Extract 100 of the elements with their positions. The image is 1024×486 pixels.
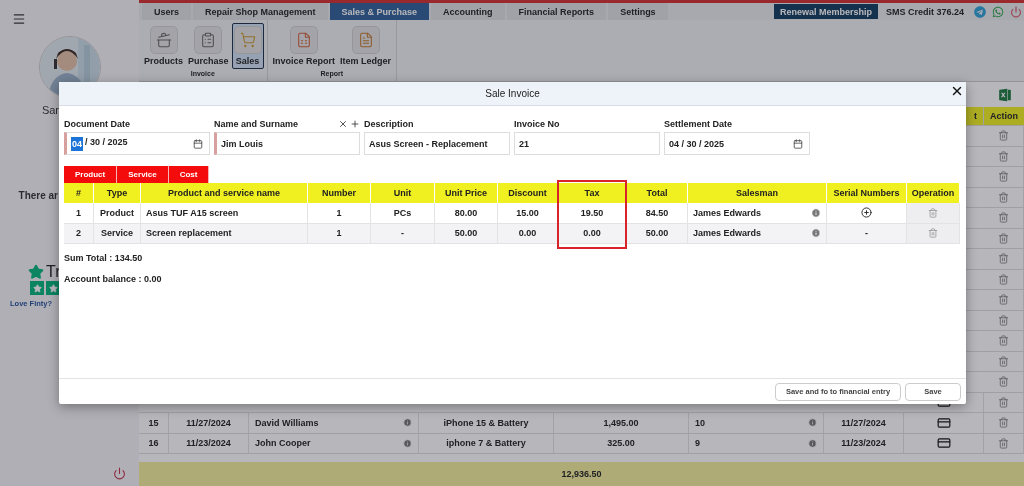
trash-icon[interactable] xyxy=(998,253,1009,265)
column-header: Type xyxy=(94,183,141,203)
table-cell: - xyxy=(865,228,868,239)
table-cell: 0.00 xyxy=(498,223,558,244)
input-field[interactable]: 21 xyxy=(514,132,660,155)
date-field[interactable]: 04 / 30 / 2025 xyxy=(664,132,810,155)
pot-icon xyxy=(155,32,172,48)
table-cell: 84.50 xyxy=(627,203,688,224)
column-header: Operation xyxy=(907,183,960,203)
input-field[interactable]: Jim Louis xyxy=(214,132,360,155)
column-header: Unit xyxy=(371,183,435,203)
item-tab[interactable]: Product xyxy=(64,166,118,183)
trash-icon[interactable] xyxy=(998,294,1009,306)
menu-tab[interactable]: Financial Reports xyxy=(506,3,607,20)
table-cell: 15 xyxy=(139,413,169,433)
ribbon-button[interactable]: Products xyxy=(142,23,185,69)
item-tab[interactable]: Cost xyxy=(168,166,210,183)
trash-icon[interactable] xyxy=(998,150,1009,162)
summary-text: Account balance : 0.00 xyxy=(64,274,163,284)
trash-icon[interactable] xyxy=(998,212,1009,224)
rating-label: Tr xyxy=(46,263,61,281)
ledger-icon xyxy=(357,32,374,48)
column-header: Product and service name xyxy=(141,183,308,203)
close-button[interactable] xyxy=(950,84,964,98)
date-field[interactable]: 04 / 30 / 2025 xyxy=(64,132,210,155)
trash-icon[interactable] xyxy=(998,437,1009,449)
card-icon[interactable] xyxy=(936,415,951,430)
info-icon[interactable] xyxy=(403,418,412,428)
table-cell: 11/27/2024 xyxy=(824,413,904,433)
trash-icon[interactable] xyxy=(998,273,1009,285)
column-header: Action xyxy=(984,107,1024,125)
trash-icon[interactable] xyxy=(998,130,1009,142)
menu-tab[interactable]: Repair Shop Management xyxy=(193,3,328,20)
ribbon-button[interactable]: Purchase xyxy=(186,23,231,69)
field-label: Settlement Date xyxy=(664,118,733,129)
field-label: Document Date xyxy=(64,118,130,129)
power-icon[interactable] xyxy=(113,467,126,480)
table-cell: 325.00 xyxy=(554,433,689,453)
menu-icon[interactable] xyxy=(12,12,26,26)
table-cell: 9 xyxy=(695,438,700,449)
info-icon[interactable] xyxy=(811,228,821,239)
table-cell: 50.00 xyxy=(627,223,688,244)
trash-icon[interactable] xyxy=(998,396,1009,408)
table-cell: 80.00 xyxy=(435,203,498,224)
field-label: Description xyxy=(364,118,414,129)
calendar-icon[interactable] xyxy=(193,138,203,149)
trash-icon[interactable] xyxy=(998,171,1009,183)
dialog-title: Sale Invoice xyxy=(485,88,540,99)
trash-icon[interactable] xyxy=(998,314,1009,326)
table-cell: iphone 7 & Battery xyxy=(419,433,554,453)
table-cell: Screen replacement xyxy=(141,223,308,244)
user-name: Sar xyxy=(41,104,59,116)
menu-tab[interactable]: Sales & Purchase xyxy=(329,3,430,20)
menu-tab[interactable]: Settings xyxy=(608,3,668,20)
trash-icon[interactable] xyxy=(998,355,1009,367)
table-cell: Service xyxy=(94,223,141,244)
ribbon-button[interactable]: Invoice Report xyxy=(270,23,338,69)
input-field[interactable]: Asus Screen - Replacement xyxy=(364,132,510,155)
trash-icon[interactable] xyxy=(928,207,938,218)
renewal-button[interactable]: Renewal Membership xyxy=(773,4,878,19)
excel-icon[interactable] xyxy=(998,87,1012,102)
column-header: Discount xyxy=(498,183,558,203)
clipboard-icon xyxy=(200,32,217,48)
info-icon[interactable] xyxy=(811,207,821,218)
ribbon-button[interactable]: Item Ledger xyxy=(338,23,394,69)
table-cell: 1 xyxy=(64,203,94,224)
summary-text: Sum Total : 134.50 xyxy=(64,253,144,263)
field-label: Name and Surname xyxy=(214,118,299,129)
add-icon[interactable] xyxy=(350,118,360,129)
table-cell: James Edwards xyxy=(693,207,762,218)
info-icon[interactable] xyxy=(808,438,817,448)
trash-icon[interactable] xyxy=(998,376,1009,388)
column-header: Serial Numbers xyxy=(827,183,907,203)
trash-icon[interactable] xyxy=(998,335,1009,347)
add-circle-icon[interactable] xyxy=(861,207,872,219)
table-cell: iPhone 15 & Battery xyxy=(419,413,554,433)
trash-icon[interactable] xyxy=(998,191,1009,203)
menu-tab[interactable]: Accounting xyxy=(431,3,505,20)
table-cell: 11/27/2024 xyxy=(169,413,249,433)
trash-icon[interactable] xyxy=(998,417,1009,429)
column-header: Total xyxy=(627,183,688,203)
menu-tab[interactable]: Users xyxy=(142,3,192,20)
table-cell: PCs xyxy=(371,203,435,224)
column-header: # xyxy=(64,183,94,203)
telegram-icon[interactable] xyxy=(972,3,988,20)
info-icon[interactable] xyxy=(808,418,817,428)
notice-text: There ar xyxy=(18,190,58,201)
table-cell: 50.00 xyxy=(435,223,498,244)
clear-icon[interactable] xyxy=(338,118,348,129)
table-cell: 16 xyxy=(139,433,169,453)
card-icon[interactable] xyxy=(936,436,951,451)
calendar-icon[interactable] xyxy=(793,138,803,149)
column-header: Number xyxy=(308,183,371,203)
table-cell: David Williams xyxy=(255,417,319,428)
ribbon-button[interactable]: Sales xyxy=(231,23,264,69)
trash-icon[interactable] xyxy=(928,228,938,239)
trash-icon[interactable] xyxy=(998,232,1009,244)
info-icon[interactable] xyxy=(403,438,412,448)
item-tab[interactable]: Service xyxy=(117,166,169,183)
table-cell: 11/23/2024 xyxy=(169,433,249,453)
